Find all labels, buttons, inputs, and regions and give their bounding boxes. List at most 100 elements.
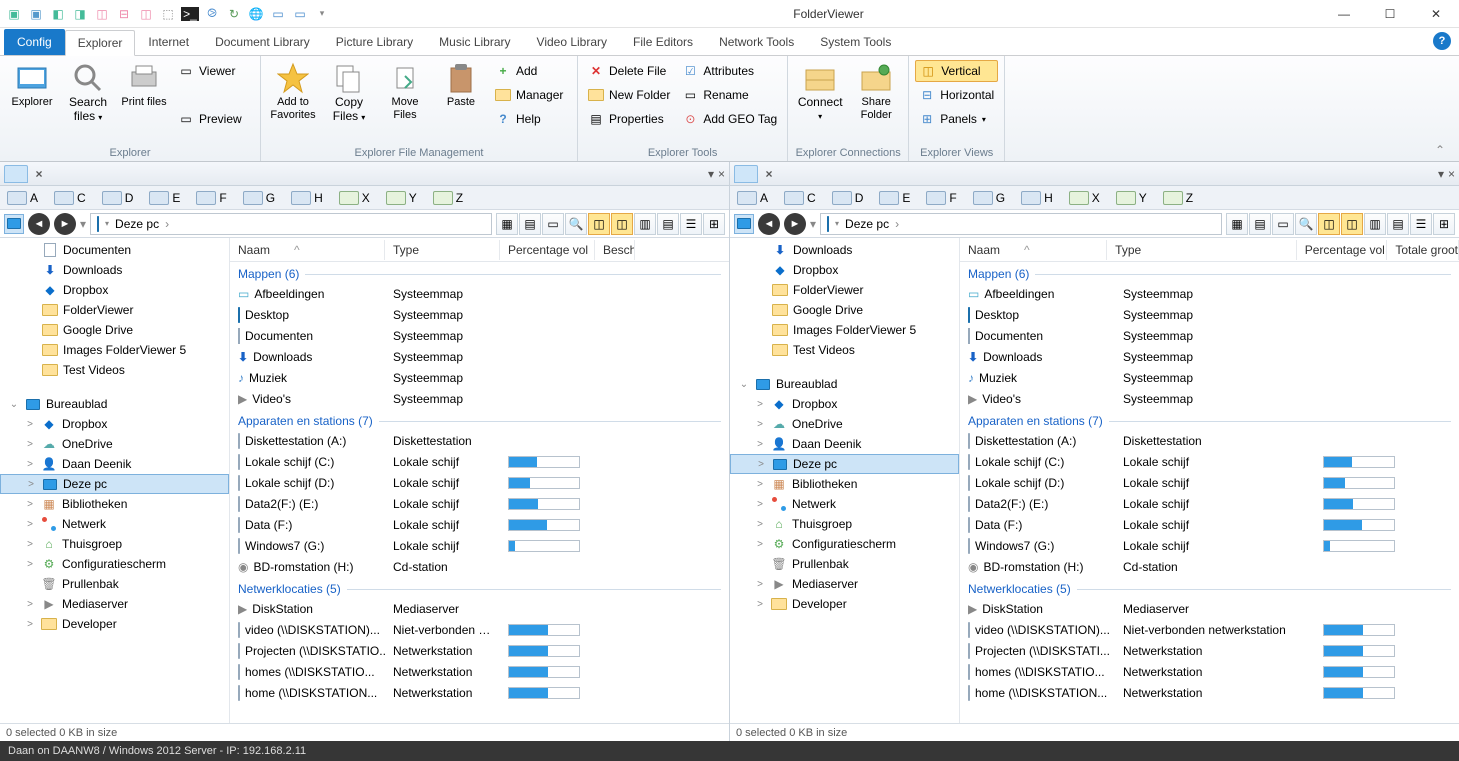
tree-item[interactable]: Test Videos	[0, 360, 229, 380]
list-item[interactable]: homes (\\DISKSTATIO...Netwerkstation	[230, 661, 729, 682]
list-item[interactable]: ▭AfbeeldingenSysteemmap	[230, 283, 729, 304]
drive-G[interactable]: G	[970, 190, 1008, 206]
tree-item[interactable]: >Deze pc	[0, 474, 229, 494]
view-btn-6[interactable]: ◫	[1341, 213, 1363, 235]
view-btn-5[interactable]: ◫	[1318, 213, 1340, 235]
forward-button[interactable]: ►	[54, 213, 76, 235]
column-header[interactable]: Percentage vol	[1297, 240, 1388, 260]
qat-btn-1[interactable]: ▣	[4, 4, 24, 24]
move-files-button[interactable]: Move Files	[379, 60, 431, 124]
tree-item[interactable]: >⌂Thuisgroep	[0, 534, 229, 554]
add-favorites-button[interactable]: Add to Favorites	[267, 60, 319, 124]
horizontal-button[interactable]: ⊟Horizontal	[915, 84, 998, 106]
tree-item[interactable]: ◆Dropbox	[0, 280, 229, 300]
tree-item[interactable]: >▦Bibliotheken	[0, 494, 229, 514]
tree-item[interactable]: ⬇Downloads	[730, 240, 959, 260]
qat-btn-7[interactable]: ◫	[136, 4, 156, 24]
view-btn-5[interactable]: ◫	[588, 213, 610, 235]
tree-item[interactable]: >☁OneDrive	[0, 434, 229, 454]
panel-close-icon[interactable]: ×	[718, 167, 725, 181]
list-item[interactable]: Diskettestation (A:)Diskettestation	[230, 430, 729, 451]
list-item[interactable]: Lokale schijf (D:)Lokale schijf	[960, 472, 1459, 493]
drive-E[interactable]: E	[146, 190, 183, 206]
tree-item[interactable]: FolderViewer	[0, 300, 229, 320]
drive-H[interactable]: H	[288, 190, 326, 206]
drive-A[interactable]: A	[4, 190, 41, 206]
view-btn-2[interactable]: ▤	[519, 213, 541, 235]
new-folder-button[interactable]: New Folder	[584, 84, 674, 106]
history-dropdown-icon[interactable]: ▾	[810, 217, 816, 231]
tree-item[interactable]: >▶Mediaserver	[730, 574, 959, 594]
qat-btn-6[interactable]: ⊟	[114, 4, 134, 24]
list-item[interactable]: Data2(F:) (E:)Lokale schijf	[960, 493, 1459, 514]
tree-item[interactable]: >Developer	[0, 614, 229, 634]
tab-document-library[interactable]: Document Library	[202, 29, 323, 55]
view-btn-2[interactable]: ▤	[1249, 213, 1271, 235]
close-tab-icon[interactable]: ×	[32, 167, 46, 181]
qat-btn-11[interactable]: ↻	[224, 4, 244, 24]
panel-tab[interactable]	[734, 165, 758, 183]
drive-E[interactable]: E	[876, 190, 913, 206]
qat-btn-3[interactable]: ◧	[48, 4, 68, 24]
list-item[interactable]: ⬇DownloadsSysteemmap	[960, 346, 1459, 367]
qat-btn-4[interactable]: ◨	[70, 4, 90, 24]
list-item[interactable]: video (\\DISKSTATION)...Niet-verbonden n…	[960, 619, 1459, 640]
preview-button[interactable]: ▭Preview	[174, 108, 254, 130]
view-btn-3[interactable]: ▭	[1272, 213, 1294, 235]
tab-internet[interactable]: Internet	[135, 29, 202, 55]
list-item[interactable]: Lokale schijf (C:)Lokale schijf	[960, 451, 1459, 472]
tree-item[interactable]: >⌂Thuisgroep	[730, 514, 959, 534]
vertical-button[interactable]: ◫Vertical	[915, 60, 998, 82]
tree-item[interactable]: >▦Bibliotheken	[730, 474, 959, 494]
share-folder-button[interactable]: Share Folder	[850, 60, 902, 124]
tree-item[interactable]: Images FolderViewer 5	[0, 340, 229, 360]
group-header[interactable]: Mappen (6)	[230, 262, 729, 283]
group-header[interactable]: Netwerklocaties (5)	[230, 577, 729, 598]
qat-btn-2[interactable]: ▣	[26, 4, 46, 24]
qat-btn-5[interactable]: ◫	[92, 4, 112, 24]
search-files-button[interactable]: Search files ▾	[62, 60, 114, 126]
list-item[interactable]: Projecten (\\DISKSTATI...Netwerkstation	[960, 640, 1459, 661]
group-header[interactable]: Apparaten en stations (7)	[230, 409, 729, 430]
column-header[interactable]: Naam	[230, 240, 385, 260]
list-item[interactable]: ◉BD-romstation (H:)Cd-station	[960, 556, 1459, 577]
panel-close-icon[interactable]: ×	[1448, 167, 1455, 181]
tree-item[interactable]: >Netwerk	[0, 514, 229, 534]
drive-Z[interactable]: Z	[1160, 190, 1196, 206]
add-button[interactable]: +Add	[491, 60, 571, 82]
list-item[interactable]: Data2(F:) (E:)Lokale schijf	[230, 493, 729, 514]
drive-F[interactable]: F	[193, 190, 229, 206]
tree-item[interactable]: >👤Daan Deenik	[730, 434, 959, 454]
minimize-button[interactable]: —	[1321, 0, 1367, 28]
tree-item[interactable]: >◆Dropbox	[730, 394, 959, 414]
viewer-button[interactable]: ▭Viewer	[174, 60, 254, 82]
view-btn-7[interactable]: ▥	[634, 213, 656, 235]
nav-tree[interactable]: Documenten⬇Downloads◆DropboxFolderViewer…	[0, 238, 230, 723]
view-btn-6[interactable]: ◫	[611, 213, 633, 235]
column-header[interactable]: Totale groot	[1387, 240, 1459, 260]
column-header[interactable]: Type	[385, 240, 500, 260]
list-item[interactable]: Data (F:)Lokale schijf	[230, 514, 729, 535]
view-btn-1[interactable]: ▦	[1226, 213, 1248, 235]
tree-item[interactable]: >☁OneDrive	[730, 414, 959, 434]
view-btn-4[interactable]: 🔍	[565, 213, 587, 235]
ribbon-collapse-icon[interactable]: ⌃	[1435, 143, 1453, 157]
qat-btn-12[interactable]: 🌐	[246, 4, 266, 24]
qat-btn-8[interactable]: ⬚	[158, 4, 178, 24]
tab-picture-library[interactable]: Picture Library	[323, 29, 426, 55]
tab-video-library[interactable]: Video Library	[524, 29, 621, 55]
drive-Y[interactable]: Y	[383, 190, 420, 206]
delete-file-button[interactable]: ✕Delete File	[584, 60, 674, 82]
tree-item[interactable]: >⚙Configuratiescherm	[0, 554, 229, 574]
list-item[interactable]: home (\\DISKSTATION...Netwerkstation	[960, 682, 1459, 703]
tree-item[interactable]: 🗑Prullenbak	[0, 574, 229, 594]
tree-item[interactable]: FolderViewer	[730, 280, 959, 300]
drive-G[interactable]: G	[240, 190, 278, 206]
drive-Z[interactable]: Z	[430, 190, 466, 206]
qat-btn-10[interactable]: ⧁	[202, 4, 222, 24]
paste-button[interactable]: Paste	[435, 60, 487, 111]
rename-button[interactable]: ▭Rename	[678, 84, 781, 106]
list-item[interactable]: ▭AfbeeldingenSysteemmap	[960, 283, 1459, 304]
qat-btn-9[interactable]: >_	[180, 4, 200, 24]
tree-item[interactable]: ⬇Downloads	[0, 260, 229, 280]
